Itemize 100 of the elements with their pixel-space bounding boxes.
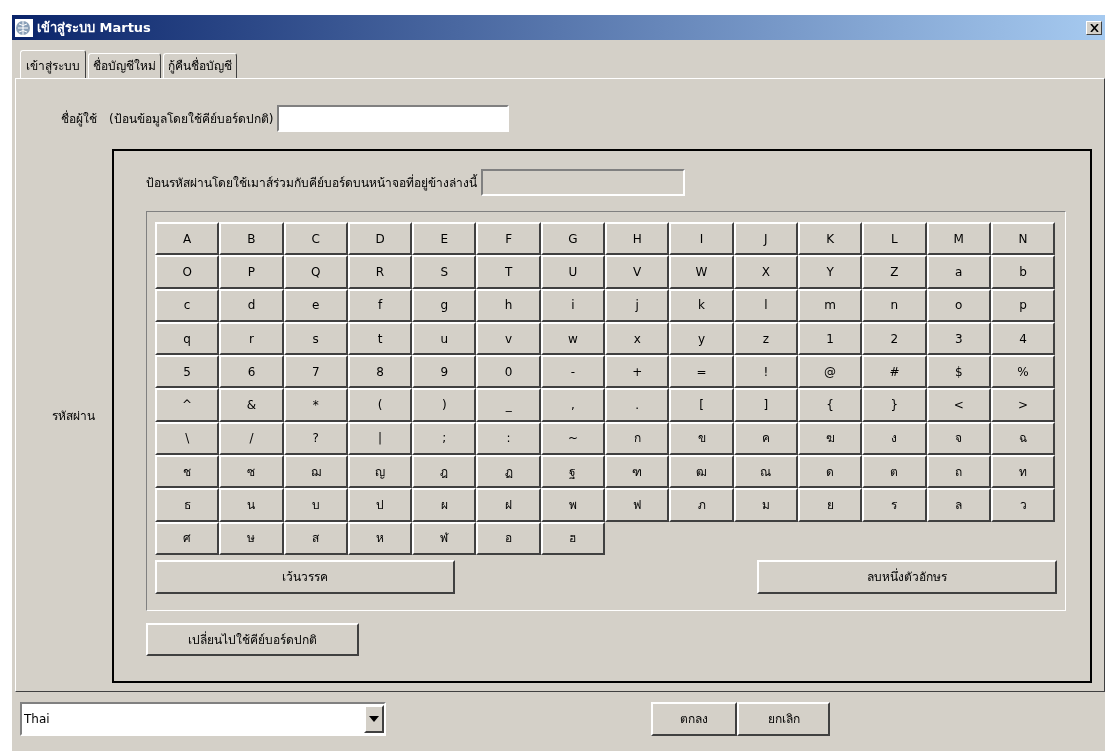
keyboard-key[interactable]: m (797, 288, 863, 322)
keyboard-key[interactable]: I (669, 222, 734, 256)
keyboard-key[interactable]: . (605, 388, 670, 422)
keyboard-key[interactable]: ณ (733, 455, 798, 489)
keyboard-key[interactable]: v (476, 321, 541, 356)
keyboard-key[interactable]: ม (733, 488, 798, 522)
keyboard-key[interactable]: ส (283, 521, 348, 555)
keyboard-key[interactable]: ร (862, 488, 927, 522)
keyboard-key[interactable]: ^ (155, 388, 220, 422)
keyboard-key[interactable]: c (155, 288, 220, 322)
keyboard-key[interactable]: ฏ (476, 455, 541, 489)
keyboard-key[interactable]: ภ (669, 488, 734, 522)
keyboard-key[interactable]: Z (862, 255, 927, 289)
keyboard-key[interactable]: ก (605, 421, 670, 456)
keyboard-key[interactable]: ฐ (540, 455, 606, 489)
keyboard-key[interactable]: ด (797, 455, 863, 489)
keyboard-key[interactable]: ผ (412, 488, 477, 522)
keyboard-key[interactable]: ] (733, 388, 798, 422)
keyboard-key[interactable]: P (219, 255, 284, 289)
keyboard-key[interactable]: G (540, 222, 606, 256)
keyboard-key[interactable]: ง (862, 421, 927, 456)
keyboard-key[interactable]: U (540, 255, 606, 289)
keyboard-key[interactable]: a (926, 255, 991, 289)
backspace-key[interactable]: ลบหนึ่งตัวอักษร (757, 559, 1057, 594)
keyboard-key[interactable]: x (605, 321, 670, 356)
keyboard-key[interactable]: N (990, 222, 1056, 256)
keyboard-key[interactable]: ซ (219, 455, 284, 489)
keyboard-key[interactable]: W (669, 255, 734, 289)
keyboard-key[interactable]: ข (669, 421, 734, 456)
keyboard-key[interactable]: Q (283, 255, 348, 289)
keyboard-key[interactable]: e (283, 288, 348, 322)
keyboard-key[interactable]: จ (926, 421, 991, 456)
keyboard-key[interactable]: 4 (990, 321, 1056, 356)
keyboard-key[interactable]: / (219, 421, 284, 456)
keyboard-key[interactable]: B (219, 222, 284, 256)
keyboard-key[interactable]: ต (862, 455, 927, 489)
keyboard-key[interactable]: ป (347, 488, 413, 522)
keyboard-key[interactable]: ? (283, 421, 348, 456)
keyboard-key[interactable]: w (540, 321, 606, 356)
keyboard-key[interactable]: 2 (862, 321, 927, 356)
keyboard-key[interactable]: พ (540, 488, 606, 522)
close-button[interactable] (1086, 20, 1102, 35)
keyboard-key[interactable]: + (605, 355, 670, 389)
keyboard-key[interactable]: | (347, 421, 413, 456)
keyboard-key[interactable]: u (412, 321, 477, 356)
keyboard-key[interactable]: ว (990, 488, 1056, 522)
keyboard-key[interactable]: ฌ (283, 455, 348, 489)
keyboard-key[interactable]: ฆ (797, 421, 863, 456)
keyboard-key[interactable]: X (733, 255, 798, 289)
keyboard-key[interactable]: h (476, 288, 541, 322)
keyboard-key[interactable]: M (926, 222, 991, 256)
keyboard-key[interactable]: n (862, 288, 927, 322)
keyboard-key[interactable]: 1 (797, 321, 863, 356)
keyboard-key[interactable]: F (476, 222, 541, 256)
tab[interactable]: กู้คืนชื่อบัญชี (163, 53, 237, 78)
keyboard-key[interactable]: D (347, 222, 413, 256)
keyboard-key[interactable]: # (862, 355, 927, 389)
keyboard-key[interactable]: ฮ (540, 521, 606, 555)
keyboard-key[interactable]: K (797, 222, 863, 256)
keyboard-key[interactable]: s (283, 321, 348, 356)
keyboard-key[interactable]: ล (926, 488, 991, 522)
keyboard-key[interactable]: ฬ (412, 521, 477, 555)
keyboard-key[interactable]: q (155, 321, 220, 356)
ok-button[interactable]: ตกลง (651, 702, 737, 736)
keyboard-key[interactable]: บ (283, 488, 348, 522)
keyboard-key[interactable]: y (669, 321, 734, 356)
keyboard-key[interactable]: ถ (926, 455, 991, 489)
keyboard-key[interactable]: อ (476, 521, 541, 555)
keyboard-key[interactable]: 8 (347, 355, 413, 389)
keyboard-key[interactable]: : (476, 421, 541, 456)
keyboard-key[interactable]: Y (797, 255, 863, 289)
keyboard-key[interactable]: @ (797, 355, 863, 389)
keyboard-key[interactable]: ฟ (605, 488, 670, 522)
keyboard-key[interactable]: L (862, 222, 927, 256)
keyboard-key[interactable]: j (605, 288, 670, 322)
keyboard-key[interactable]: A (155, 222, 220, 256)
keyboard-key[interactable]: 6 (219, 355, 284, 389)
keyboard-key[interactable]: ฉ (990, 421, 1056, 456)
keyboard-key[interactable]: = (669, 355, 734, 389)
keyboard-key[interactable]: 5 (155, 355, 220, 389)
cancel-button[interactable]: ยกเลิก (737, 702, 830, 736)
keyboard-key[interactable]: E (412, 222, 477, 256)
keyboard-key[interactable]: ฝ (476, 488, 541, 522)
keyboard-key[interactable]: < (926, 388, 991, 422)
keyboard-key[interactable]: ญ (347, 455, 413, 489)
keyboard-key[interactable]: ( (347, 388, 413, 422)
keyboard-key[interactable]: ธ (155, 488, 220, 522)
keyboard-key[interactable]: R (347, 255, 413, 289)
tab[interactable]: ชื่อบัญชีใหม่ (88, 53, 161, 78)
keyboard-key[interactable]: t (347, 321, 413, 356)
keyboard-key[interactable]: ! (733, 355, 798, 389)
keyboard-key[interactable]: [ (669, 388, 734, 422)
keyboard-key[interactable]: z (733, 321, 798, 356)
keyboard-key[interactable]: ษ (219, 521, 284, 555)
keyboard-key[interactable]: ท (990, 455, 1056, 489)
keyboard-key[interactable]: p (990, 288, 1056, 322)
language-dropdown[interactable]: Thai (20, 702, 386, 736)
keyboard-key[interactable]: 9 (412, 355, 477, 389)
keyboard-key[interactable]: ฎ (412, 455, 477, 489)
keyboard-key[interactable]: > (990, 388, 1056, 422)
